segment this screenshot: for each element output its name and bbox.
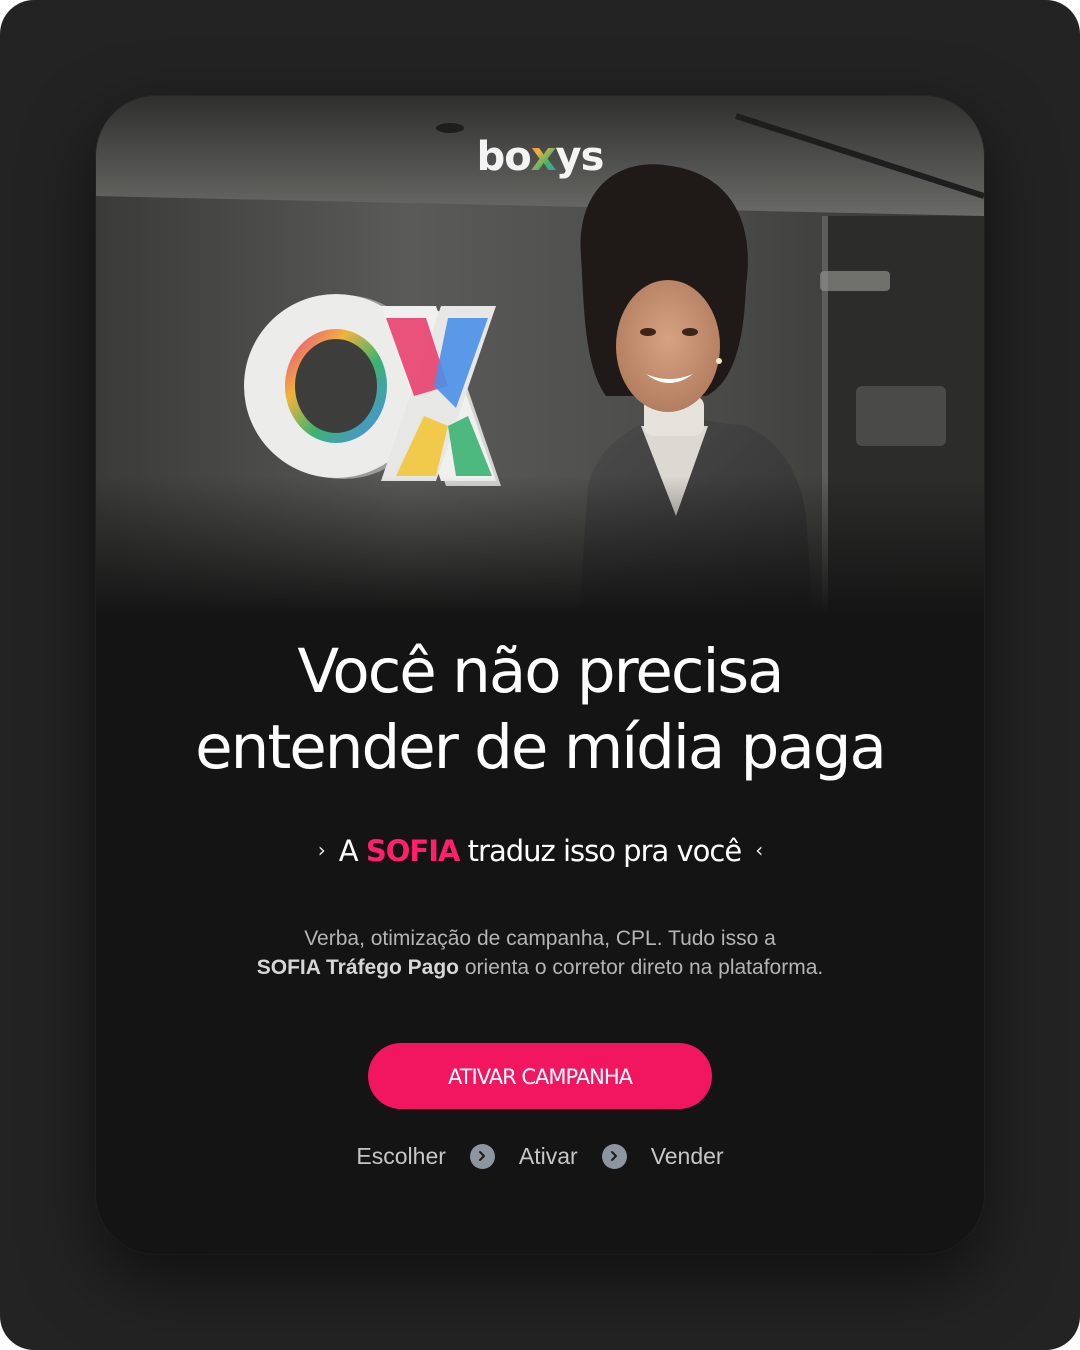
promo-card: boxys Você não precisa entender de mídia… (96, 96, 984, 1254)
chevron-right-icon: › (317, 838, 326, 862)
boxys-logo: boxys (476, 134, 605, 180)
chevron-right-circle-icon (469, 1143, 495, 1169)
body-line-1: Verba, otimização de campanha, CPL. Tudo… (304, 927, 776, 950)
steps-flow: Escolher Ativar Vender (96, 1136, 984, 1176)
subheadline-suffix: traduz isso pra você (467, 834, 743, 868)
sofia-highlight: SOFIA (365, 834, 461, 868)
outer-frame: boxys Você não precisa entender de mídia… (0, 0, 1080, 1350)
headline: Você não precisa entender de mídia paga (96, 634, 984, 786)
body-line-2: orienta o corretor direto na plataforma. (464, 956, 824, 979)
subheadline: › A SOFIA traduz isso pra você ‹ (96, 834, 984, 868)
headline-line-2: entender de mídia paga (195, 712, 887, 783)
step-sell: Vender (650, 1142, 724, 1169)
chevron-left-icon: ‹ (755, 838, 763, 862)
hero-image: boxys (96, 96, 984, 616)
step-activate: Ativar (518, 1142, 578, 1169)
headline-line-1: Você não precisa (297, 636, 784, 707)
subheadline-prefix: A (338, 834, 359, 868)
body-product-name: SOFIA Tráfego Pago (256, 956, 460, 979)
activate-campaign-button[interactable]: ATIVAR CAMPANHA (368, 1043, 712, 1109)
ox-sign (244, 294, 501, 486)
body-copy: Verba, otimização de campanha, CPL. Tudo… (96, 924, 984, 982)
chevron-right-circle-icon (601, 1143, 627, 1169)
step-choose: Escolher (356, 1142, 446, 1169)
